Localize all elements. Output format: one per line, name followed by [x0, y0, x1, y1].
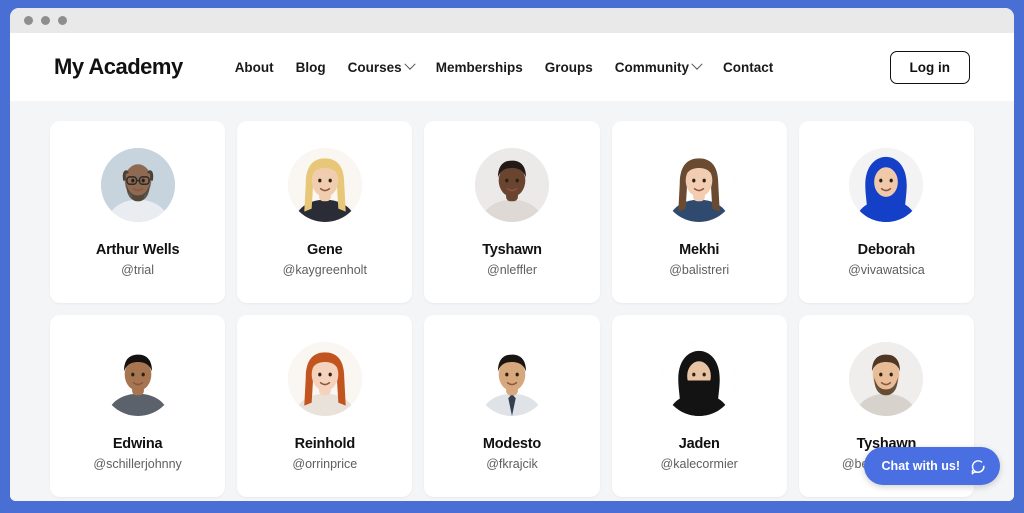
- member-card[interactable]: Modesto @fkrajcik: [424, 315, 600, 497]
- avatar: [100, 148, 175, 222]
- member-handle: @kalecormier: [660, 457, 738, 471]
- maximize-icon[interactable]: [58, 16, 67, 25]
- member-name: Arthur Wells: [95, 242, 180, 258]
- chat-widget-label: Chat with us!: [881, 459, 960, 473]
- member-card[interactable]: Reinhold @orrinprice: [237, 315, 413, 497]
- avatar: [100, 342, 175, 416]
- chat-widget-button[interactable]: Chat with us!: [863, 447, 1000, 485]
- member-name: Gene: [307, 242, 343, 258]
- member-handle: @schillerjohnny: [93, 457, 182, 471]
- nav-item-about[interactable]: About: [235, 60, 274, 75]
- nav-item-label: Community: [614, 59, 689, 75]
- member-card[interactable]: Edwina @schillerjohnny: [50, 315, 226, 497]
- nav-item-courses[interactable]: Courses: [347, 58, 416, 75]
- browser-frame: My Academy About Blog Courses Memberships Gr…: [0, 0, 1024, 513]
- avatar: [662, 342, 737, 416]
- member-name: Reinhold: [294, 436, 356, 452]
- nav-item-label: Groups: [544, 59, 593, 75]
- nav-item-label: Memberships: [435, 59, 523, 75]
- nav-item-community[interactable]: Community: [614, 58, 703, 75]
- avatar: [474, 342, 549, 416]
- member-card[interactable]: Tyshawn @nleffler: [424, 121, 600, 303]
- member-name: Tyshawn: [482, 242, 542, 258]
- chevron-down-icon: [404, 58, 416, 70]
- member-name: Deborah: [857, 242, 916, 258]
- member-name: Modesto: [482, 436, 542, 452]
- nav-item-contact[interactable]: Contact: [723, 60, 773, 75]
- avatar: [662, 148, 737, 222]
- nav-item-blog[interactable]: Blog: [296, 60, 326, 75]
- nav-item-label: Contact: [723, 59, 774, 75]
- close-icon[interactable]: [24, 16, 33, 25]
- member-name: Mekhi: [679, 242, 720, 258]
- member-handle: @balistreri: [669, 263, 730, 277]
- browser-window: My Academy About Blog Courses Memberships Gr…: [10, 8, 1014, 501]
- main-navigation: About Blog Courses Memberships Groups Communi…: [235, 58, 773, 75]
- member-name: Edwina: [112, 436, 163, 452]
- site-header: My Academy About Blog Courses Memberships Gr…: [10, 33, 1014, 101]
- chevron-down-icon: [691, 58, 703, 70]
- speech-bubble-icon: [969, 458, 986, 475]
- member-handle: @fkrajcik: [486, 457, 538, 471]
- member-name: Jaden: [678, 436, 720, 452]
- member-card[interactable]: Jaden @kalecormier: [611, 315, 787, 497]
- avatar: [849, 342, 924, 416]
- nav-item-groups[interactable]: Groups: [545, 60, 593, 75]
- nav-item-label: About: [234, 59, 274, 75]
- login-button[interactable]: Log in: [889, 50, 970, 84]
- avatar: [474, 148, 549, 222]
- nav-item-memberships[interactable]: Memberships: [436, 60, 523, 75]
- member-handle: @orrinprice: [292, 457, 358, 471]
- member-card[interactable]: Gene @kaygreenholt: [237, 121, 413, 303]
- avatar: [287, 148, 362, 222]
- member-card[interactable]: Arthur Wells @trial: [50, 121, 226, 303]
- member-handle: @trial: [121, 263, 155, 277]
- members-section: Arthur Wells @trial Gene @kaygreenholt Tysha…: [10, 101, 1014, 501]
- minimize-icon[interactable]: [41, 16, 50, 25]
- page-viewport: My Academy About Blog Courses Memberships Gr…: [10, 33, 1014, 501]
- avatar: [287, 342, 362, 416]
- member-handle: @vivawatsica: [848, 263, 925, 277]
- member-handle: @kaygreenholt: [282, 263, 367, 277]
- nav-item-label: Courses: [347, 59, 402, 75]
- member-handle: @nleffler: [487, 263, 537, 277]
- window-titlebar: [10, 8, 1014, 33]
- members-grid: Arthur Wells @trial Gene @kaygreenholt Tysha…: [50, 121, 974, 497]
- site-logo[interactable]: My Academy: [54, 54, 183, 80]
- member-card[interactable]: Deborah @vivawatsica: [798, 121, 974, 303]
- nav-item-label: Blog: [295, 59, 326, 75]
- member-card[interactable]: Mekhi @balistreri: [611, 121, 787, 303]
- avatar: [849, 148, 924, 222]
